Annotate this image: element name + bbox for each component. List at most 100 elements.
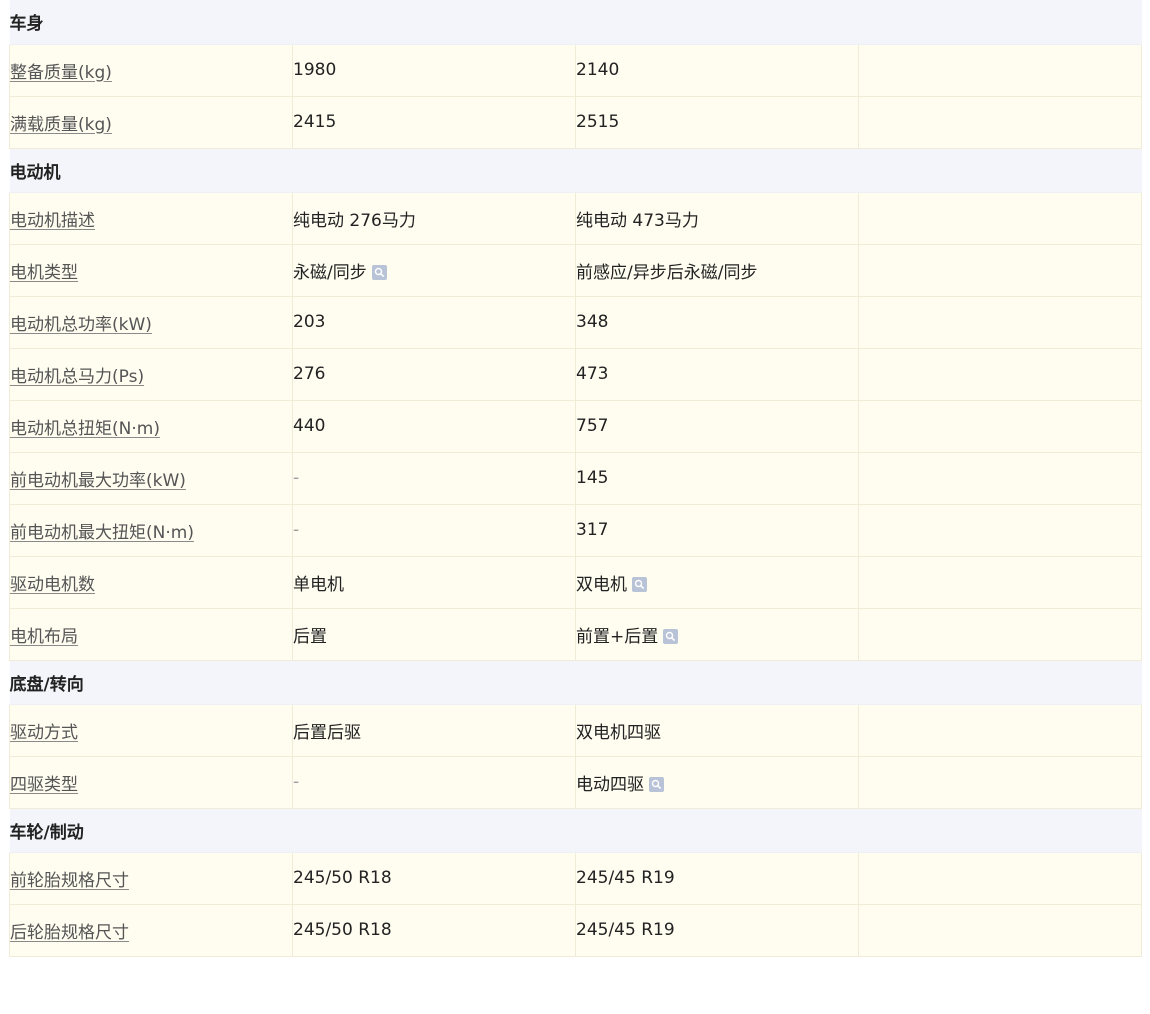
spec-label-link[interactable]: 电动机总功率(kW) [10,315,152,335]
spec-label-cell: 四驱类型 [9,756,293,809]
spec-value-cell-1: 276 [292,348,576,401]
spec-label-cell: 满载质量(kg) [9,96,293,149]
spec-value-cell-2: 前感应/异步后永磁/同步 [575,244,859,297]
spec-label-cell: 前轮胎规格尺寸 [9,852,293,905]
spec-row: 电机布局 后置 前置+后置 [9,608,1142,661]
spec-value: - [293,772,300,792]
spec-label-cell: 电动机描述 [9,192,293,245]
spec-label-link[interactable]: 前电动机最大扭矩(N·m) [10,523,194,543]
section-title: 底盘/转向 [9,660,1142,705]
spec-value: 纯电动 473马力 [576,210,699,231]
spec-value: 757 [576,416,609,436]
spec-label-link[interactable]: 后轮胎规格尺寸 [10,923,129,943]
info-search-icon[interactable] [632,576,647,592]
info-search-icon[interactable] [371,264,387,280]
spec-value-cell-1: 245/50 R18 [292,904,576,957]
spec-row: 驱动方式 后置后驱 双电机四驱 [9,704,1142,757]
spec-row: 电动机总扭矩(N·m) 440 757 [9,400,1142,453]
spec-row: 后轮胎规格尺寸 245/50 R18 245/45 R19 [9,904,1142,957]
spec-value-cell-2: 348 [575,296,859,349]
spec-value-cell-3 [858,244,1142,297]
spec-value-cell-2: 317 [575,504,859,557]
spec-label-cell: 驱动方式 [9,704,293,757]
spec-row: 电动机描述 纯电动 276马力 纯电动 473马力 [9,192,1142,245]
spec-label-link[interactable]: 满载质量(kg) [10,115,112,135]
spec-value: 后置 [293,626,327,647]
spec-row: 整备质量(kg) 1980 2140 [9,44,1142,97]
spec-label-link[interactable]: 电动机描述 [10,211,95,231]
spec-value-cell-1: - [292,756,576,809]
spec-value-cell-1: - [292,452,576,505]
spec-label-cell: 电机类型 [9,244,293,297]
spec-label-cell: 前电动机最大功率(kW) [9,452,293,505]
spec-label-link[interactable]: 前轮胎规格尺寸 [10,871,129,891]
spec-value-cell-1: 永磁/同步 [292,244,576,297]
section-title: 车身 [9,0,1142,45]
spec-value: 245/45 R19 [576,868,675,888]
spec-value-cell-3 [858,192,1142,245]
spec-value-cell-2: 757 [575,400,859,453]
spec-label-link[interactable]: 电机类型 [10,263,78,283]
spec-value-cell-2: 245/45 R19 [575,904,859,957]
spec-value: 2140 [576,60,620,80]
spec-value: 473 [576,364,609,384]
section-header: 底盘/转向 [9,660,1142,705]
spec-value: 203 [293,312,326,332]
spec-value-cell-2: 电动四驱 [575,756,859,809]
spec-value-cell-2: 2515 [575,96,859,149]
spec-value-cell-1: 后置 [292,608,576,661]
spec-value-cell-1: 纯电动 276马力 [292,192,576,245]
spec-label-cell: 驱动电机数 [9,556,293,609]
spec-value-cell-3 [858,44,1142,97]
spec-value-cell-3 [858,96,1142,149]
spec-value-cell-2: 纯电动 473马力 [575,192,859,245]
spec-value: 电动四驱 [576,774,644,795]
spec-label-link[interactable]: 电动机总扭矩(N·m) [10,419,160,439]
spec-value-cell-2: 前置+后置 [575,608,859,661]
spec-table-body: 车身 整备质量(kg) 1980 2140 满载质量(kg) 2415 2515 电动机 电动机… [9,0,1142,957]
spec-value-cell-3 [858,504,1142,557]
spec-value-cell-1: 245/50 R18 [292,852,576,905]
section-header: 电动机 [9,148,1142,193]
spec-label-link[interactable]: 驱动电机数 [10,575,95,595]
spec-value: 145 [576,468,609,488]
spec-label-cell: 前电动机最大扭矩(N·m) [9,504,293,557]
spec-label-link[interactable]: 电动机总马力(Ps) [10,367,144,387]
spec-value-cell-1: 后置后驱 [292,704,576,757]
spec-row: 前电动机最大功率(kW) - 145 [9,452,1142,505]
spec-value-cell-2: 145 [575,452,859,505]
spec-value-cell-3 [858,400,1142,453]
spec-value: 纯电动 276马力 [293,210,416,231]
spec-value-cell-3 [858,904,1142,957]
spec-value: 后置后驱 [293,722,361,743]
spec-value-cell-1: 1980 [292,44,576,97]
spec-value-cell-3 [858,452,1142,505]
spec-label-link[interactable]: 驱动方式 [10,723,78,743]
section-title: 电动机 [9,148,1142,193]
spec-label-cell: 电动机总马力(Ps) [9,348,293,401]
spec-row: 满载质量(kg) 2415 2515 [9,96,1142,149]
spec-value-cell-3 [858,704,1142,757]
spec-label-link[interactable]: 电机布局 [10,627,78,647]
spec-label-link[interactable]: 前电动机最大功率(kW) [10,471,186,491]
spec-value-cell-2: 双电机四驱 [575,704,859,757]
spec-value-cell-2: 2140 [575,44,859,97]
spec-value-cell-1: 440 [292,400,576,453]
spec-value-cell-3 [858,608,1142,661]
spec-row: 四驱类型 - 电动四驱 [9,756,1142,809]
info-search-icon[interactable] [649,776,664,792]
spec-value-cell-1: 203 [292,296,576,349]
info-search-icon[interactable] [663,628,679,644]
spec-value: 2515 [576,112,620,132]
spec-value: 单电机 [293,574,344,595]
spec-value-cell-3 [858,348,1142,401]
spec-label-cell: 整备质量(kg) [9,44,293,97]
spec-label-link[interactable]: 四驱类型 [10,775,78,795]
spec-value-cell-1: - [292,504,576,557]
spec-label-link[interactable]: 整备质量(kg) [10,63,112,83]
spec-value: 348 [576,312,609,332]
spec-value-cell-3 [858,296,1142,349]
section-header: 车轮/制动 [9,808,1142,853]
spec-value-cell-3 [858,756,1142,809]
spec-value: 2415 [293,112,337,132]
